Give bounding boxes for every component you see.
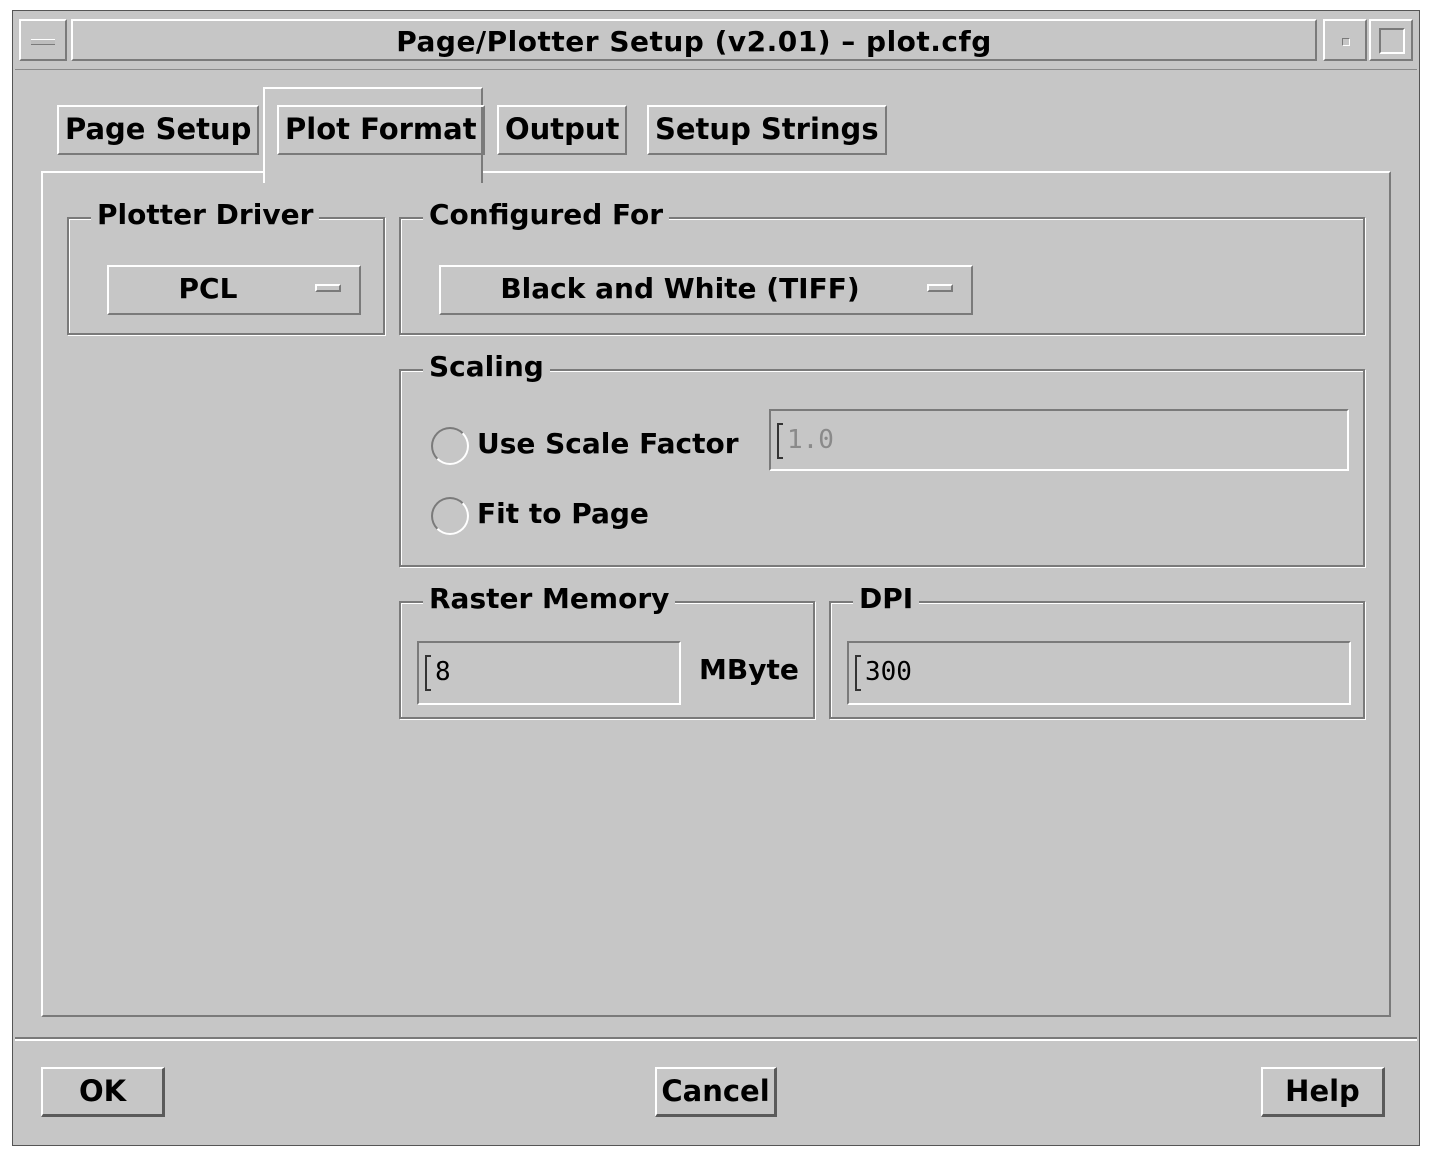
tab-plot-format[interactable]: Plot Format xyxy=(277,105,485,155)
window-menu-button[interactable] xyxy=(19,19,67,61)
maximize-button[interactable] xyxy=(1369,19,1413,61)
configured-for-value: Black and White (TIFF) xyxy=(500,272,860,305)
title-bar: Page/Plotter Setup (v2.01) – plot.cfg xyxy=(15,13,1417,70)
text-cursor-icon xyxy=(777,423,783,459)
minimize-icon xyxy=(1342,38,1350,46)
plotter-driver-legend: Plotter Driver xyxy=(91,197,320,233)
minimize-button[interactable] xyxy=(1323,19,1367,61)
use-scale-factor-radio[interactable] xyxy=(431,427,469,465)
text-cursor-icon xyxy=(855,655,861,691)
scaling-group: Scaling Use Scale Factor 1.0 Fit to Page xyxy=(399,349,1365,567)
ok-button[interactable]: OK xyxy=(41,1067,165,1117)
scale-factor-value: 1.0 xyxy=(787,425,834,455)
cancel-button[interactable]: Cancel xyxy=(655,1067,777,1117)
configured-for-legend: Configured For xyxy=(423,197,670,233)
raster-memory-value: 8 xyxy=(435,657,451,687)
dpi-value: 300 xyxy=(865,657,912,687)
dpi-group: DPI 300 xyxy=(829,581,1365,719)
window-title[interactable]: Page/Plotter Setup (v2.01) – plot.cfg xyxy=(71,19,1317,61)
plotter-driver-select[interactable]: PCL xyxy=(107,265,361,315)
fit-to-page-label: Fit to Page xyxy=(477,497,649,530)
tab-output[interactable]: Output xyxy=(497,105,628,155)
text-cursor-icon xyxy=(425,655,431,691)
button-separator xyxy=(15,1037,1417,1041)
tab-page-setup[interactable]: Page Setup xyxy=(57,105,260,155)
raster-memory-legend: Raster Memory xyxy=(423,581,676,617)
scaling-legend: Scaling xyxy=(423,349,550,385)
scale-factor-input[interactable]: 1.0 xyxy=(769,409,1349,471)
use-scale-factor-label: Use Scale Factor xyxy=(477,427,739,460)
plotter-driver-group: Plotter Driver PCL xyxy=(67,197,385,335)
raster-memory-group: Raster Memory 8 MByte xyxy=(399,581,815,719)
dpi-legend: DPI xyxy=(853,581,920,617)
plotter-driver-value: PCL xyxy=(178,272,238,305)
dialog-window: Page/Plotter Setup (v2.01) – plot.cfg Pa… xyxy=(12,10,1420,1146)
configured-for-select[interactable]: Black and White (TIFF) xyxy=(439,265,973,315)
maximize-icon xyxy=(1379,28,1405,54)
help-button[interactable]: Help xyxy=(1261,1067,1385,1117)
option-menu-indicator-icon xyxy=(927,284,953,292)
configured-for-group: Configured For Black and White (TIFF) xyxy=(399,197,1365,335)
raster-memory-input[interactable]: 8 xyxy=(417,641,681,705)
window-menu-icon xyxy=(31,39,55,45)
plot-format-panel: Plotter Driver PCL Configured For Black … xyxy=(41,171,1391,1017)
dpi-input[interactable]: 300 xyxy=(847,641,1351,705)
raster-memory-unit: MByte xyxy=(699,653,799,686)
tab-setup-strings[interactable]: Setup Strings xyxy=(647,105,887,155)
fit-to-page-radio[interactable] xyxy=(431,497,469,535)
option-menu-indicator-icon xyxy=(315,284,341,292)
